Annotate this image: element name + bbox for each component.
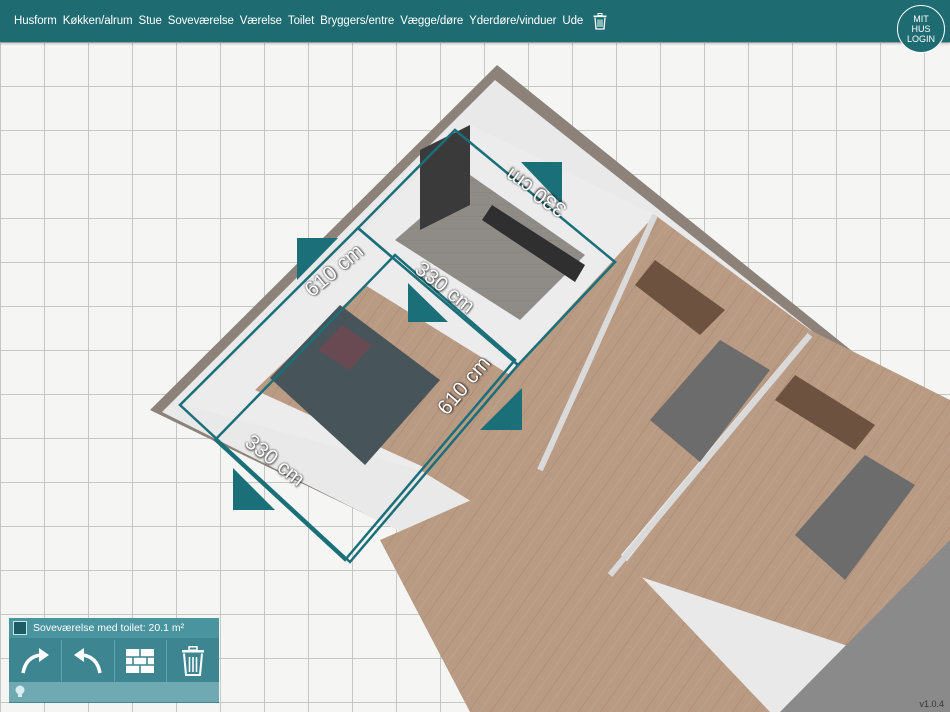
room-menu: Husform Køkken/alrum Stue Soveværelse Væ…: [14, 0, 607, 42]
wall-button[interactable]: [115, 640, 168, 682]
room-label: Soveværelse med toilet: 20.1 m²: [33, 622, 185, 634]
room-color-swatch: [13, 621, 27, 635]
rotate-left-button[interactable]: [62, 640, 115, 682]
menu-item-kitchen[interactable]: Køkken/alrum: [63, 15, 133, 27]
rotate-left-icon: [73, 648, 102, 674]
menu-item-toilet[interactable]: Toilet: [288, 15, 314, 27]
menu-item-walls-doors[interactable]: Vægge/døre: [400, 15, 463, 27]
menu-item-utility-entrance[interactable]: Bryggers/entre: [320, 15, 394, 27]
lightbulb-icon[interactable]: [14, 685, 26, 699]
menu-item-living-room[interactable]: Stue: [139, 15, 162, 27]
tool-row: [9, 640, 219, 682]
login-button[interactable]: MIT HUS LOGIN: [897, 5, 945, 53]
floorplan-canvas[interactable]: 330 cm 610 cm 330 cm 610 cm 330 cm: [0, 42, 950, 712]
room-tool-panel: Soveværelse med toilet: 20.1 m²: [9, 618, 219, 703]
login-line-3: LOGIN: [906, 34, 935, 44]
menu-item-room[interactable]: Værelse: [240, 15, 282, 27]
wall-icon: [126, 649, 155, 673]
rotate-right-button[interactable]: [9, 640, 62, 682]
menu-item-exterior-doors-windows[interactable]: Yderdøre/vinduer: [469, 15, 556, 27]
menu-item-bedroom[interactable]: Soveværelse: [168, 15, 234, 27]
login-line-1: MIT: [913, 14, 929, 24]
trash-icon[interactable]: [593, 12, 607, 30]
top-menu-bar: Husform Køkken/alrum Stue Soveværelse Væ…: [0, 0, 950, 42]
rotate-right-icon: [21, 648, 49, 674]
delete-room-button[interactable]: [167, 640, 219, 682]
login-line-2: HUS: [911, 24, 931, 34]
room-header: Soveværelse med toilet: 20.1 m²: [9, 618, 219, 638]
trash-icon: [182, 646, 205, 676]
version-label: v1.0.4: [919, 699, 944, 709]
hint-bar: [9, 682, 219, 702]
menu-item-outside[interactable]: Ude: [562, 15, 583, 27]
menu-item-husform[interactable]: Husform: [14, 15, 57, 27]
